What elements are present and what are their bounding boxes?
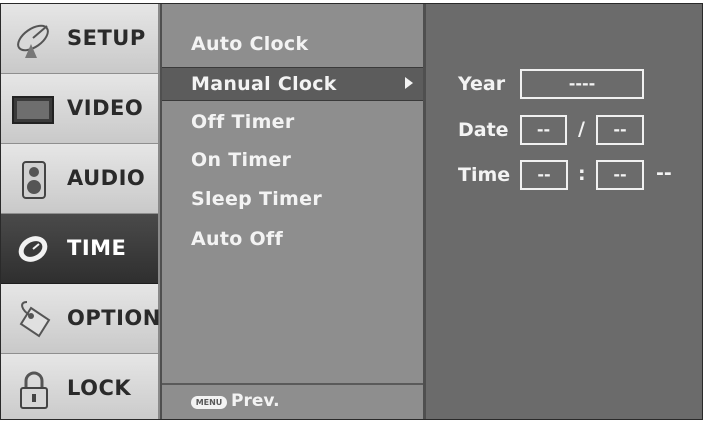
submenu-item-label: On Timer [191, 149, 292, 171]
prev-hint: Prev. [231, 391, 280, 411]
category-video[interactable]: VIDEO [1, 74, 158, 144]
category-label: SETUP [67, 26, 146, 50]
submenu-item-sleep-timer[interactable]: Sleep Timer [162, 183, 423, 215]
tag-icon [19, 301, 51, 338]
tv-menu-screen: SETUP VIDEO AUDIO TIME OPTION LOCK Auto … [0, 3, 703, 420]
time-label: Time [458, 164, 511, 186]
submenu-item-on-timer[interactable]: On Timer [162, 144, 423, 176]
submenu-item-manual-clock[interactable]: Manual Clock [162, 67, 423, 101]
category-lock[interactable]: LOCK [1, 354, 158, 419]
tv-screen-icon [12, 96, 54, 124]
submenu-item-auto-off[interactable]: Auto Off [162, 223, 423, 255]
submenu-item-label: Auto Clock [191, 33, 309, 55]
hour-field[interactable]: -- [520, 160, 568, 190]
menu-button-icon[interactable]: MENU [191, 396, 227, 409]
menu-footer: MENU Prev. [162, 383, 423, 419]
day-field[interactable]: -- [596, 115, 644, 145]
submenu-item-label: Auto Off [191, 228, 284, 250]
submenu-item-label: Off Timer [191, 111, 295, 133]
category-label: TIME [67, 236, 127, 260]
category-label: VIDEO [67, 96, 144, 120]
year-field[interactable]: ---- [520, 69, 644, 99]
padlock-icon [20, 371, 48, 409]
submenu-item-off-timer[interactable]: Off Timer [162, 106, 423, 138]
year-label: Year [458, 73, 506, 95]
date-label: Date [458, 119, 509, 141]
category-column: SETUP VIDEO AUDIO TIME OPTION LOCK [1, 4, 161, 419]
arrow-right-icon [405, 77, 413, 89]
manual-clock-panel: Year ---- Date -- / -- Time -- : -- -- [426, 4, 702, 419]
speaker-icon [22, 161, 46, 199]
clock-icon [18, 236, 48, 262]
ampm-field[interactable]: -- [656, 162, 672, 184]
date-separator: / [578, 118, 585, 140]
submenu-column: Auto Clock Manual Clock Off Timer On Tim… [160, 4, 426, 419]
month-field[interactable]: -- [520, 115, 567, 145]
submenu-item-label: Manual Clock [191, 73, 337, 95]
category-option[interactable]: OPTION [1, 284, 161, 354]
category-audio[interactable]: AUDIO [1, 144, 158, 214]
submenu-item-auto-clock[interactable]: Auto Clock [162, 28, 423, 60]
minute-field[interactable]: -- [596, 160, 644, 190]
category-label: AUDIO [67, 166, 146, 190]
time-separator: : [578, 163, 586, 185]
category-setup[interactable]: SETUP [1, 4, 158, 74]
satellite-dish-icon [17, 24, 49, 58]
submenu-item-label: Sleep Timer [191, 188, 323, 210]
category-label: OPTION [67, 306, 161, 330]
category-time[interactable]: TIME [1, 214, 158, 284]
category-label: LOCK [67, 376, 132, 400]
